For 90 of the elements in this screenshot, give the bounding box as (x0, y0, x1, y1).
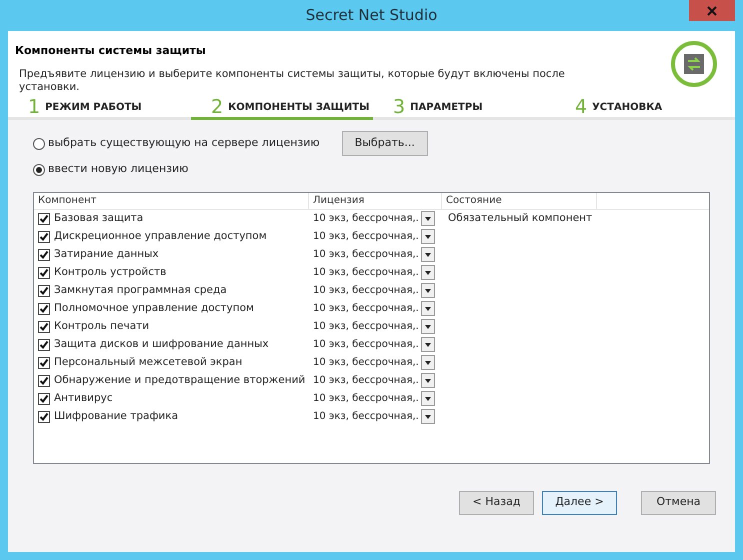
license-value: 10 экз, бессрочная,. (313, 230, 419, 244)
component-name: Обнаружение и предотвращение вторжений (54, 372, 306, 388)
dropdown-button[interactable] (420, 391, 435, 406)
license-value: 10 экз, бессрочная,. (313, 284, 419, 298)
page-title: Компоненты системы защиты (15, 43, 207, 59)
step-number: 2 (211, 96, 224, 116)
license-value: 10 экз, бессрочная,. (313, 248, 419, 262)
column-header[interactable]: Компонент (34, 192, 309, 208)
component-name: Защита дисков и шифрование данных (54, 336, 269, 352)
component-name: Контроль печати (54, 318, 150, 334)
component-name: Замкнутая программная среда (54, 282, 227, 298)
checkbox[interactable] (38, 338, 50, 350)
dropdown-button[interactable] (420, 319, 435, 334)
component-name: Полномочное управление доступом (54, 300, 254, 316)
step-label: УСТАНОВКА (592, 100, 662, 114)
license-value: 10 экз, бессрочная,. (313, 212, 419, 226)
caret-icon (424, 288, 431, 292)
checkbox[interactable] (38, 410, 50, 422)
checkbox[interactable] (38, 320, 50, 332)
step-number: 3 (393, 96, 406, 116)
logo-icon (669, 39, 719, 89)
checkbox[interactable] (38, 302, 50, 314)
select-button[interactable]: Выбрать... (342, 131, 428, 156)
dropdown-button[interactable] (420, 301, 435, 316)
checkbox[interactable] (38, 248, 50, 260)
checkbox[interactable] (38, 356, 50, 368)
step-tab[interactable]: 2 КОМПОНЕНТЫ ЗАЩИТЫ (191, 96, 373, 120)
radio-button[interactable] (33, 164, 45, 176)
dropdown-button[interactable] (420, 283, 435, 298)
checkbox[interactable] (38, 284, 50, 296)
license-value: 10 экз, бессрочная,. (313, 356, 419, 370)
step-tab[interactable]: 3 ПАРАМЕТРЫ (373, 96, 555, 120)
step-label: КОМПОНЕНТЫ ЗАЩИТЫ (228, 100, 370, 114)
license-value: 10 экз, бессрочная,. (313, 410, 419, 424)
component-name: Антивирус (54, 390, 113, 406)
column-header[interactable]: Лицензия (309, 192, 442, 208)
window-title: Secret Net Studio (306, 5, 438, 26)
license-value: 10 экз, бессрочная,. (313, 374, 419, 388)
wizard-button[interactable]: < Назад (459, 490, 534, 514)
dropdown-button[interactable] (420, 373, 435, 388)
caret-icon (424, 324, 431, 328)
license-value: 10 экз, бессрочная,. (313, 266, 419, 280)
checkbox[interactable] (38, 212, 50, 224)
checkbox[interactable] (38, 266, 50, 278)
checkbox[interactable] (38, 374, 50, 386)
dropdown-button[interactable] (420, 265, 435, 280)
caret-icon (424, 234, 431, 238)
dropdown-button[interactable] (420, 337, 435, 352)
caret-icon (424, 342, 431, 346)
component-name: Базовая защита (54, 210, 144, 226)
step-tab[interactable]: 1 РЕЖИМ РАБОТЫ (8, 96, 191, 120)
caret-icon (424, 270, 431, 274)
dropdown-button[interactable] (420, 247, 435, 262)
step-label: РЕЖИМ РАБОТЫ (45, 100, 142, 114)
step-label: ПАРАМЕТРЫ (410, 100, 483, 114)
license-value: 10 экз, бессрочная,. (313, 392, 419, 406)
radio-button[interactable] (33, 138, 45, 150)
wizard-button[interactable]: Далее > (542, 490, 617, 514)
column-header[interactable]: Состояние (442, 192, 597, 208)
caret-icon (424, 252, 431, 256)
caret-icon (424, 306, 431, 310)
caret-icon (424, 378, 431, 382)
component-name: Затирание данных (54, 246, 159, 262)
dropdown-button[interactable] (420, 211, 435, 226)
dropdown-button[interactable] (420, 229, 435, 244)
caret-icon (424, 396, 431, 400)
dropdown-button[interactable] (420, 409, 435, 424)
radio-label: ввести новую лицензию (48, 161, 188, 178)
license-value: 10 экз, бессрочная,. (313, 320, 419, 334)
page-description: Предъявите лицензию и выберите компоненты системы защиты, которые будут включены после установки. (18, 68, 566, 94)
component-name: Дискреционное управление доступом (54, 228, 267, 244)
close-icon (707, 6, 717, 16)
dropdown-button[interactable] (420, 355, 435, 370)
checkbox[interactable] (38, 392, 50, 404)
close-button[interactable] (689, 0, 735, 21)
radio-label: выбрать существующую на сервере лицензию (48, 135, 320, 152)
state-value: Обязательный компонент (447, 210, 592, 226)
step-number: 4 (575, 96, 588, 116)
license-value: 10 экз, бессрочная,. (313, 338, 419, 352)
component-name: Шифрование трафика (54, 408, 178, 424)
license-value: 10 экз, бессрочная,. (313, 302, 419, 316)
wizard-button[interactable]: Отмена (641, 490, 716, 514)
checkbox[interactable] (38, 230, 50, 242)
caret-icon (424, 216, 431, 220)
step-tab[interactable]: 4 УСТАНОВКА (555, 96, 735, 120)
component-name: Контроль устройств (54, 264, 166, 280)
component-name: Персональный межсетевой экран (54, 354, 242, 370)
caret-icon (424, 360, 431, 364)
caret-icon (424, 414, 431, 418)
step-number: 1 (28, 96, 40, 116)
